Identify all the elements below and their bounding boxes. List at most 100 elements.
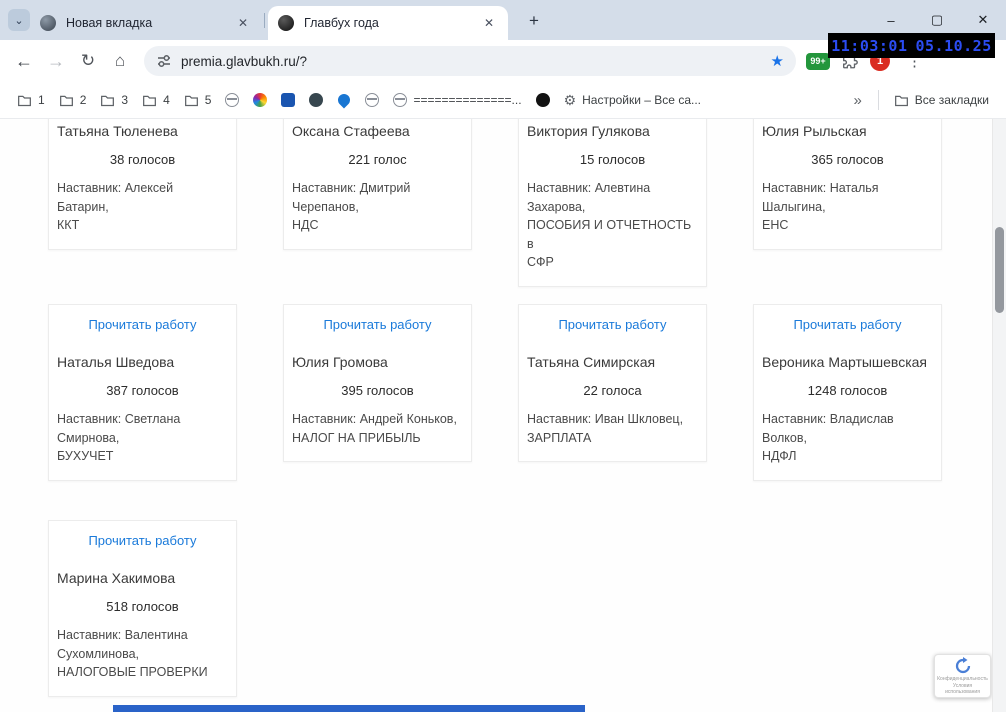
globe-icon	[365, 93, 380, 107]
folder-icon	[184, 95, 198, 106]
participant-name: Виктория Гулякова	[527, 123, 650, 139]
participant-name: Наталья Шведова	[57, 354, 175, 370]
cards-layer: Прочитать работу Татьяна Тюленева 38 гол…	[0, 119, 1006, 712]
clock-overlay: 11:03:01 05.10.25	[828, 33, 995, 58]
bookmark-label: Настройки – Все са...	[582, 93, 701, 107]
footer-strip	[113, 705, 585, 712]
folder-icon	[894, 95, 908, 106]
gear-icon: ⚙	[563, 92, 577, 108]
site-settings-icon[interactable]	[156, 53, 172, 69]
page-scrollbar[interactable]	[992, 119, 1006, 712]
votes-count: 22 голоса	[583, 383, 642, 398]
bookmark-settings[interactable]: ⚙ Настройки – Все са...	[557, 89, 708, 111]
bookmark-site-5[interactable]	[330, 89, 358, 111]
mentor-info: Наставник: Андрей Коньков, НАЛОГ НА ПРИБ…	[292, 412, 457, 445]
all-bookmarks-button[interactable]: Все закладки	[887, 89, 996, 112]
folder-icon	[101, 95, 115, 106]
address-bar[interactable]: premia.glavbukh.ru/? ★	[144, 46, 796, 76]
bookmark-folder-4[interactable]: 4	[135, 89, 177, 112]
participant-card: Прочитать работу Татьяна Симирская 22 го…	[518, 304, 707, 462]
bookmark-folder-5[interactable]: 5	[177, 89, 219, 112]
bookmarks-bar: 1 2 3 4 5 ==============... ⚙ Настройки …	[0, 82, 1006, 119]
adblock-extension-icon[interactable]: 99+	[806, 52, 830, 70]
bookmark-site-2[interactable]	[246, 89, 274, 111]
mentor-info: Наставник: Дмитрий Черепанов, НДС	[292, 181, 411, 232]
votes-count: 1248 голосов	[807, 383, 888, 398]
participant-card: Прочитать работу Марина Хакимова 518 гол…	[48, 520, 237, 697]
bookmark-folder-3[interactable]: 3	[93, 89, 135, 112]
votes-count: 15 голосов	[579, 152, 646, 167]
blue-drop-favicon-icon	[335, 91, 353, 109]
participant-card: Прочитать работу Оксана Стафеева 221 гол…	[283, 119, 472, 250]
recaptcha-badge[interactable]: Конфиденциальность Условия использования	[934, 654, 991, 698]
new-tab-favicon-icon	[40, 15, 56, 31]
bookmark-site-1[interactable]	[218, 89, 246, 111]
participant-name: Татьяна Тюленева	[57, 123, 178, 139]
participant-card: Прочитать работу Юлия Громова 395 голосо…	[283, 304, 472, 462]
tab-search-button[interactable]: ⌄	[8, 9, 30, 31]
votes-count: 387 голосов	[106, 383, 179, 398]
bookmark-label: 2	[79, 93, 87, 107]
read-work-link[interactable]: Прочитать работу	[57, 533, 228, 548]
bookmark-folder-1[interactable]: 1	[10, 89, 52, 112]
close-icon[interactable]: ✕	[234, 14, 252, 32]
site-favicon-icon	[278, 15, 294, 31]
bookmark-label: 4	[163, 93, 170, 107]
close-icon[interactable]: ✕	[480, 14, 498, 32]
bookmark-label: 3	[121, 93, 129, 107]
bookmark-star-icon[interactable]: ★	[771, 52, 784, 70]
blue-square-favicon-icon	[281, 93, 296, 107]
bookmark-folder-2[interactable]: 2	[52, 89, 94, 112]
votes-count: 221 голос	[348, 152, 407, 167]
votes-count: 365 голосов	[811, 152, 884, 167]
participant-card: Прочитать работу Татьяна Тюленева 38 гол…	[48, 119, 237, 250]
bookmark-label: ==============...	[413, 93, 522, 107]
recaptcha-terms-label: Условия использования	[945, 683, 980, 695]
participant-name: Юлия Громова	[292, 354, 388, 370]
tab-new-tab[interactable]: Новая вкладка ✕	[30, 6, 262, 40]
mentor-info: Наставник: Владислав Волков, НДФЛ	[762, 412, 894, 463]
tab-divider	[264, 13, 265, 28]
read-work-link[interactable]: Прочитать работу	[292, 317, 463, 332]
mentor-info: Наставник: Алексей Батарин, ККТ	[57, 181, 174, 232]
all-bookmarks-label: Все закладки	[914, 93, 989, 107]
url-text[interactable]: premia.glavbukh.ru/?	[181, 54, 771, 69]
folder-icon	[143, 95, 157, 106]
bookmark-separator-item[interactable]: ==============...	[386, 89, 528, 111]
participant-name: Марина Хакимова	[57, 570, 176, 586]
bookmark-site-glavbukh[interactable]	[529, 89, 557, 111]
bookmark-site-4[interactable]	[302, 89, 330, 111]
bookmarks-overflow-chevron-icon[interactable]: »	[845, 90, 869, 111]
back-button[interactable]: ←	[10, 47, 38, 75]
tab-glavbukh[interactable]: Главбух года ✕	[268, 6, 508, 40]
mentor-info: Наставник: Алевтина Захарова, ПОСОБИЯ И …	[527, 181, 692, 269]
mentor-info: Наставник: Иван Шкловец, ЗАРПЛАТА	[527, 412, 684, 445]
bookmark-label: 5	[204, 93, 212, 107]
folder-icon	[59, 95, 73, 106]
tab-title: Новая вкладка	[66, 16, 153, 30]
browser-window: ⌄ Новая вкладка ✕ Главбух года ✕ + – ▢ ✕…	[0, 0, 1006, 712]
scrollbar-thumb[interactable]	[995, 227, 1004, 313]
read-work-link[interactable]: Прочитать работу	[762, 317, 933, 332]
globe-icon	[393, 93, 408, 107]
participant-card: Прочитать работу Наталья Шведова 387 гол…	[48, 304, 237, 481]
new-tab-button[interactable]: +	[522, 9, 546, 33]
tab-title: Главбух года	[304, 16, 379, 30]
forward-button[interactable]: →	[42, 47, 70, 75]
globe-icon	[225, 93, 240, 107]
recaptcha-icon	[955, 657, 970, 674]
votes-count: 518 голосов	[106, 599, 179, 614]
mentor-info: Наставник: Наталья Шалыгина, ЕНС	[762, 181, 879, 232]
page-content: Прочитать работу Татьяна Тюленева 38 гол…	[0, 119, 1006, 712]
participant-card: Прочитать работу Вероника Мартышевская 1…	[753, 304, 942, 481]
black-circle-favicon-icon	[535, 93, 550, 107]
reload-button[interactable]: ↻	[74, 47, 102, 75]
mentor-info: Наставник: Валентина Сухомлинова, НАЛОГО…	[57, 628, 208, 679]
mentor-info: Наставник: Светлана Смирнова, БУХУЧЕТ	[57, 412, 181, 463]
bookmark-site-3[interactable]	[274, 89, 302, 111]
home-button[interactable]: ⌂	[106, 47, 134, 75]
recaptcha-privacy-label: Конфиденциальность	[937, 676, 988, 682]
bookmark-site-6[interactable]	[358, 89, 386, 111]
read-work-link[interactable]: Прочитать работу	[57, 317, 228, 332]
read-work-link[interactable]: Прочитать работу	[527, 317, 698, 332]
